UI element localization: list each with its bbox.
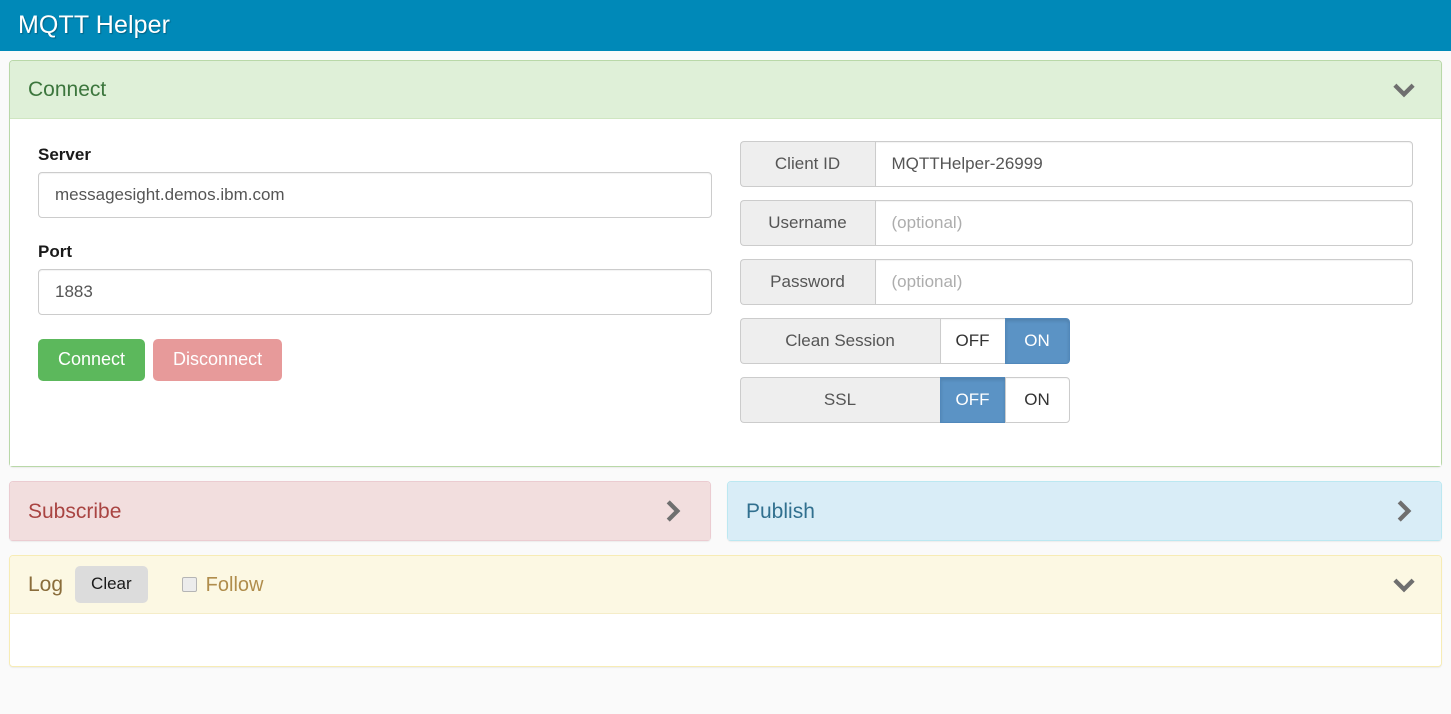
- publish-panel: Publish: [727, 481, 1442, 541]
- username-input[interactable]: [874, 200, 1413, 246]
- chevron-down-icon[interactable]: [1391, 572, 1417, 598]
- username-group: Username: [739, 200, 1413, 246]
- follow-label: Follow: [205, 573, 264, 596]
- username-label: Username: [739, 200, 875, 246]
- password-input[interactable]: [874, 259, 1413, 305]
- app-title: MQTT Helper: [18, 11, 171, 39]
- client-id-input[interactable]: [874, 141, 1413, 187]
- publish-panel-header[interactable]: Publish: [728, 482, 1441, 540]
- subscribe-panel-title: Subscribe: [28, 499, 122, 523]
- subscribe-panel: Subscribe: [9, 481, 711, 541]
- port-input[interactable]: [38, 269, 712, 315]
- password-label: Password: [739, 259, 875, 305]
- chevron-right-icon[interactable]: [660, 498, 686, 524]
- connect-right-column: Client ID Username Password Clean Sessio…: [726, 141, 1428, 436]
- ssl-on-button[interactable]: ON: [1004, 377, 1070, 423]
- follow-checkbox[interactable]: [181, 577, 197, 592]
- connect-panel-title: Connect: [28, 78, 107, 101]
- log-output-area: [10, 614, 1441, 666]
- connect-button[interactable]: Connect: [38, 339, 146, 381]
- page-content: Connect Server Port Connect Disconnect: [0, 51, 1451, 667]
- ssl-label: SSL: [739, 377, 940, 423]
- connect-panel: Connect Server Port Connect Disconnect: [9, 60, 1442, 467]
- ssl-group: SSL OFF ON: [739, 377, 1070, 423]
- password-group: Password: [739, 259, 1413, 305]
- client-id-group: Client ID: [739, 141, 1413, 187]
- connect-left-column: Server Port Connect Disconnect: [24, 141, 726, 436]
- log-panel-title: Log: [28, 573, 64, 596]
- subscribe-panel-header[interactable]: Subscribe: [10, 482, 710, 540]
- connect-panel-body: Server Port Connect Disconnect Client ID…: [10, 119, 1441, 466]
- clean-session-off-button[interactable]: OFF: [939, 318, 1005, 364]
- follow-log-toggle[interactable]: Follow: [181, 573, 264, 596]
- port-label: Port: [38, 242, 72, 261]
- log-panel: Log Clear Follow: [9, 555, 1442, 667]
- clean-session-label: Clean Session: [739, 318, 940, 364]
- client-id-label: Client ID: [739, 141, 875, 187]
- log-panel-header[interactable]: Log Clear Follow: [10, 556, 1441, 614]
- connect-panel-header[interactable]: Connect: [10, 61, 1441, 119]
- connect-button-row: Connect Disconnect: [38, 339, 712, 381]
- ssl-toggle: OFF ON: [939, 377, 1070, 423]
- server-label: Server: [38, 145, 91, 164]
- clean-session-group: Clean Session OFF ON: [739, 318, 1070, 364]
- publish-panel-title: Publish: [746, 499, 815, 523]
- ssl-off-button[interactable]: OFF: [939, 377, 1005, 423]
- server-input[interactable]: [38, 172, 712, 218]
- app-header: MQTT Helper: [0, 0, 1451, 51]
- clear-log-button[interactable]: Clear: [75, 566, 148, 603]
- disconnect-button[interactable]: Disconnect: [153, 339, 283, 381]
- collapsed-panels-row: Subscribe Publish: [9, 481, 1442, 541]
- clean-session-toggle: OFF ON: [939, 318, 1070, 364]
- clean-session-on-button[interactable]: ON: [1004, 318, 1070, 364]
- chevron-down-icon[interactable]: [1391, 77, 1417, 103]
- chevron-right-icon[interactable]: [1391, 498, 1417, 524]
